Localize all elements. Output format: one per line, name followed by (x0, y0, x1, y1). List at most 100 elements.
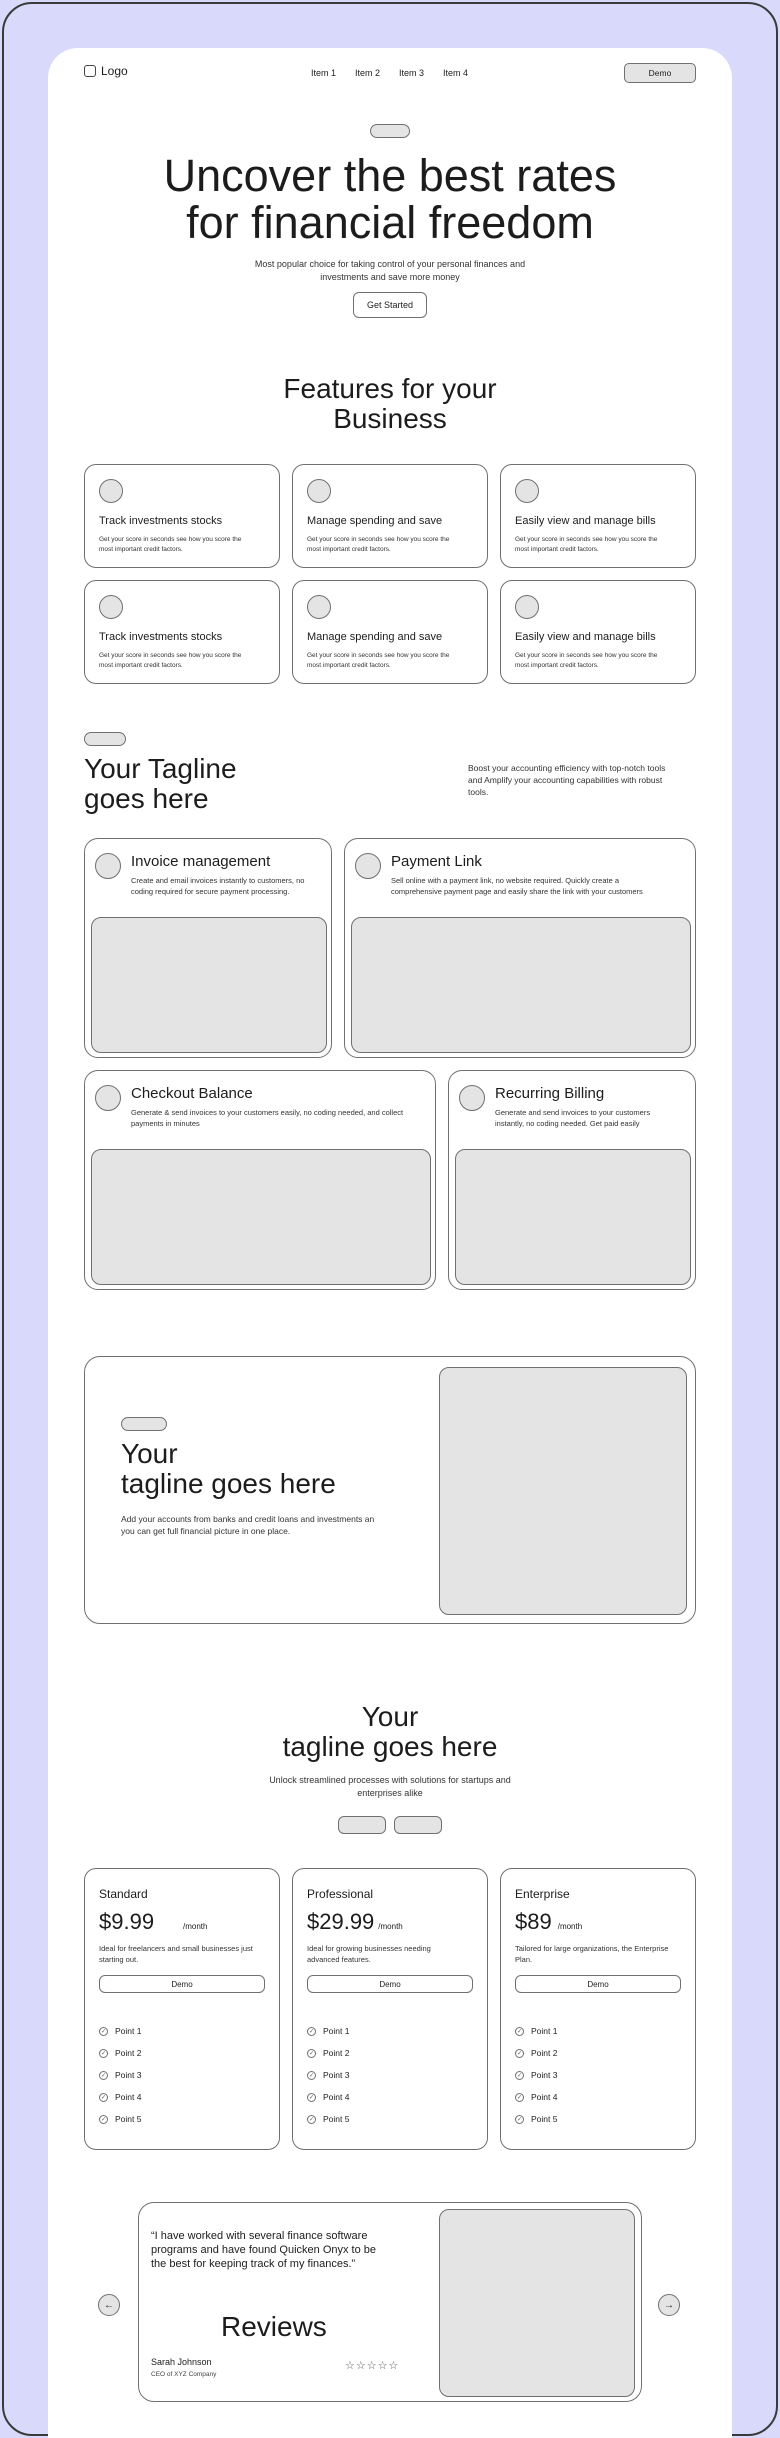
check-icon: ✓ (99, 2092, 108, 2102)
plan-desc: Ideal for growing businesses needing adva… (307, 1944, 431, 1964)
plan-point: ✓ Point 4 (515, 2092, 558, 2102)
plan-price: $29.99 /month (307, 1909, 403, 1934)
tagline-badge (84, 732, 126, 746)
billing-toggle-monthly[interactable] (338, 1816, 386, 1834)
pricing-card-standard: Standard $9.99 /month Ideal for freelanc… (84, 1868, 280, 2150)
hero-badge (370, 124, 410, 138)
plan-point: ✓ Point 4 (307, 2092, 350, 2102)
check-icon: ✓ (515, 2026, 524, 2036)
pricing-card-enterprise: Enterprise $89 /month Tailored for large… (500, 1868, 696, 2150)
plan-demo-button[interactable]: Demo (307, 1975, 473, 1993)
get-started-button[interactable]: Get Started (353, 292, 427, 318)
banner-image (439, 1367, 687, 1615)
feature-card: Manage spending and save Get your score … (292, 464, 488, 568)
check-icon: ✓ (307, 2026, 316, 2036)
product-icon (95, 853, 121, 879)
feature-icon (99, 595, 123, 619)
check-icon: ✓ (515, 2114, 524, 2124)
feature-icon (307, 479, 331, 503)
review-next-button[interactable]: → (658, 2294, 680, 2316)
check-icon: ✓ (515, 2070, 524, 2080)
features-title: Features for your Business (283, 373, 497, 434)
plan-point: ✓ Point 2 (307, 2048, 350, 2058)
check-icon: ✓ (99, 2070, 108, 2080)
reviews-title: Reviews (221, 2311, 327, 2342)
product-card-recurring-billing: Recurring Billing Generate and send invo… (448, 1070, 696, 1290)
tagline-desc: Boost your accounting efficiency with to… (468, 763, 666, 797)
plan-point: ✓ Point 3 (99, 2070, 142, 2080)
check-icon: ✓ (99, 2048, 108, 2058)
check-icon: ✓ (307, 2114, 316, 2124)
review-card: “I have worked with several finance soft… (138, 2202, 642, 2402)
plan-demo-button[interactable]: Demo (99, 1975, 265, 1993)
plan-price: $9.99 /month (99, 1909, 208, 1934)
product-image (351, 917, 691, 1053)
reviewer-name: Sarah Johnson (151, 2357, 212, 2367)
feature-icon (307, 595, 331, 619)
plan-points: ✓ Point 1 ✓ Point 2 ✓ Point 3 ✓ Point 4 ✓ Poi… (99, 2020, 141, 2130)
plan-point: ✓ Point 3 (515, 2070, 558, 2080)
feature-title: Track investments stocks (99, 515, 223, 527)
product-image (91, 917, 327, 1053)
feature-desc: Get your score in seconds see how you sc… (515, 652, 658, 669)
plan-name: Standard (99, 1887, 148, 1901)
plan-points: ✓ Point 1 ✓ Point 2 ✓ Point 3 ✓ Point 4 ✓ Poi… (515, 2020, 557, 2130)
feature-title: Manage spending and save (307, 631, 443, 643)
product-card-invoice: Invoice management Create and email invo… (84, 838, 332, 1058)
nav-item-3[interactable]: Item 3 (399, 68, 424, 78)
feature-desc: Get your score in seconds see how you sc… (307, 652, 450, 669)
check-icon: ✓ (307, 2092, 316, 2102)
plan-price: $89 /month (515, 1909, 583, 1934)
nav-item-1[interactable]: Item 1 (311, 68, 336, 78)
nav-item-4[interactable]: Item 4 (443, 68, 468, 78)
logo-text: Logo (101, 64, 128, 78)
plan-demo-button[interactable]: Demo (515, 1975, 681, 1993)
plan-point: ✓ Point 1 (99, 2026, 142, 2036)
page: Logo Item 1 Item 2 Item 3 Item 4 Demo Un… (48, 48, 732, 2438)
arrow-left-icon: ← (104, 2299, 114, 2311)
arrow-right-icon: → (664, 2299, 674, 2311)
feature-icon (515, 479, 539, 503)
main-nav: Item 1 Item 2 Item 3 Item 4 (311, 68, 468, 78)
tagline-title: Your Tagline goes here (84, 753, 237, 814)
product-card-checkout-balance: Checkout Balance Generate & send invoice… (84, 1070, 436, 1290)
plan-point: ✓ Point 2 (515, 2048, 558, 2058)
reviewer-role: CEO of XYZ Company (151, 2371, 217, 2378)
plan-point: ✓ Point 2 (99, 2048, 142, 2058)
plan-point: ✓ Point 1 (515, 2026, 558, 2036)
plan-point: ✓ Point 5 (515, 2114, 558, 2124)
plan-point: ✓ Point 5 (99, 2114, 142, 2124)
product-desc: Generate and send invoices to your custo… (495, 1108, 651, 1128)
product-image (455, 1149, 691, 1285)
banner-desc: Add your accounts from banks and credit … (121, 1514, 375, 1536)
billing-toggle-yearly[interactable] (394, 1816, 442, 1834)
review-image (439, 2209, 635, 2397)
review-prev-button[interactable]: ← (98, 2294, 120, 2316)
product-icon (355, 853, 381, 879)
feature-card: Track investments stocks Get your score … (84, 464, 280, 568)
check-icon: ✓ (515, 2092, 524, 2102)
pricing-subtitle: Unlock streamlined processes with soluti… (269, 1775, 511, 1798)
feature-desc: Get your score in seconds see how you sc… (99, 652, 242, 669)
feature-icon (99, 479, 123, 503)
product-image (91, 1149, 431, 1285)
logo[interactable]: Logo (84, 64, 128, 78)
check-icon: ✓ (307, 2070, 316, 2080)
pricing-card-professional: Professional $29.99 /month Ideal for gro… (292, 1868, 488, 2150)
nav-item-2[interactable]: Item 2 (355, 68, 380, 78)
plan-points: ✓ Point 1 ✓ Point 2 ✓ Point 3 ✓ Point 4 ✓ Poi… (307, 2020, 349, 2130)
product-card-payment-link: Payment Link Sell online with a payment … (344, 838, 696, 1058)
plan-point: ✓ Point 3 (307, 2070, 350, 2080)
hero-subtitle: Most popular choice for taking control o… (254, 259, 526, 282)
check-icon: ✓ (99, 2114, 108, 2124)
feature-card: Manage spending and save Get your score … (292, 580, 488, 684)
demo-button[interactable]: Demo (624, 63, 696, 83)
banner-badge (121, 1417, 167, 1431)
product-title: Invoice management (131, 853, 271, 870)
product-icon (459, 1085, 485, 1111)
feature-card: Easily view and manage bills Get your sc… (500, 464, 696, 568)
logo-icon (84, 65, 96, 77)
feature-desc: Get your score in seconds see how you sc… (307, 536, 450, 553)
plan-name: Enterprise (515, 1887, 570, 1901)
review-quote: “I have worked with several finance soft… (151, 2230, 377, 2270)
